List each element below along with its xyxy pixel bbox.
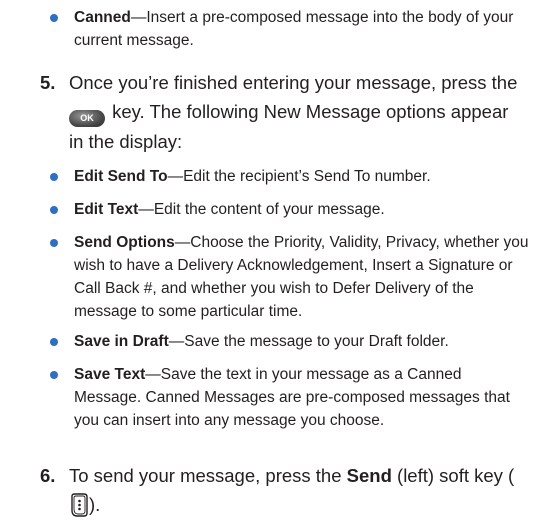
step-text-part: To send your message, press the	[69, 465, 347, 486]
option-desc: —Edit the content of your message.	[138, 201, 385, 218]
option-desc: —Save the message to your Draft folder.	[168, 333, 449, 350]
option-desc: —Insert a pre-composed message into the …	[74, 9, 514, 49]
step-text: Once you’re finished entering your messa…	[69, 68, 520, 156]
send-word: Send	[346, 465, 392, 486]
step-text-part: ).	[89, 494, 101, 515]
bullet-icon	[50, 173, 58, 181]
step-text: To send your message, press the Send (le…	[69, 461, 520, 525]
option-title: Save in Draft	[74, 333, 169, 350]
bullet-icon	[50, 14, 58, 22]
list-item-text: Save Text—Save the text in your message …	[74, 363, 530, 432]
bullet-icon	[50, 371, 58, 379]
option-title: Edit Send To	[74, 168, 168, 185]
ok-key-icon: OK	[69, 110, 105, 127]
step-text-part: Once you’re finished entering your messa…	[69, 72, 518, 93]
option-title: Send Options	[74, 234, 175, 251]
manual-page: Canned—Insert a pre-composed message int…	[0, 0, 540, 532]
step-number: 6.	[40, 465, 56, 486]
option-title: Save Text	[74, 366, 146, 383]
list-item-text: Save in Draft—Save the message to your D…	[74, 330, 530, 353]
option-desc: —Edit the recipient’s Send To number.	[167, 168, 431, 185]
step-text-part: (left) soft key (	[391, 465, 515, 486]
left-soft-key-icon	[69, 493, 89, 525]
step-number: 5.	[40, 72, 56, 93]
bullet-icon	[50, 239, 58, 247]
option-title: Edit Text	[74, 201, 139, 218]
list-item-text: Canned—Insert a pre-composed message int…	[74, 6, 530, 52]
step-text-part: key. The following New Message options a…	[69, 101, 509, 152]
list-item-text: Send Options—Choose the Priority, Validi…	[74, 231, 530, 323]
bullet-icon	[50, 338, 58, 346]
list-item-text: Edit Send To—Edit the recipient’s Send T…	[74, 165, 530, 188]
option-title: Canned	[74, 9, 131, 26]
bullet-icon	[50, 206, 58, 214]
list-item-text: Edit Text—Edit the content of your messa…	[74, 198, 530, 221]
